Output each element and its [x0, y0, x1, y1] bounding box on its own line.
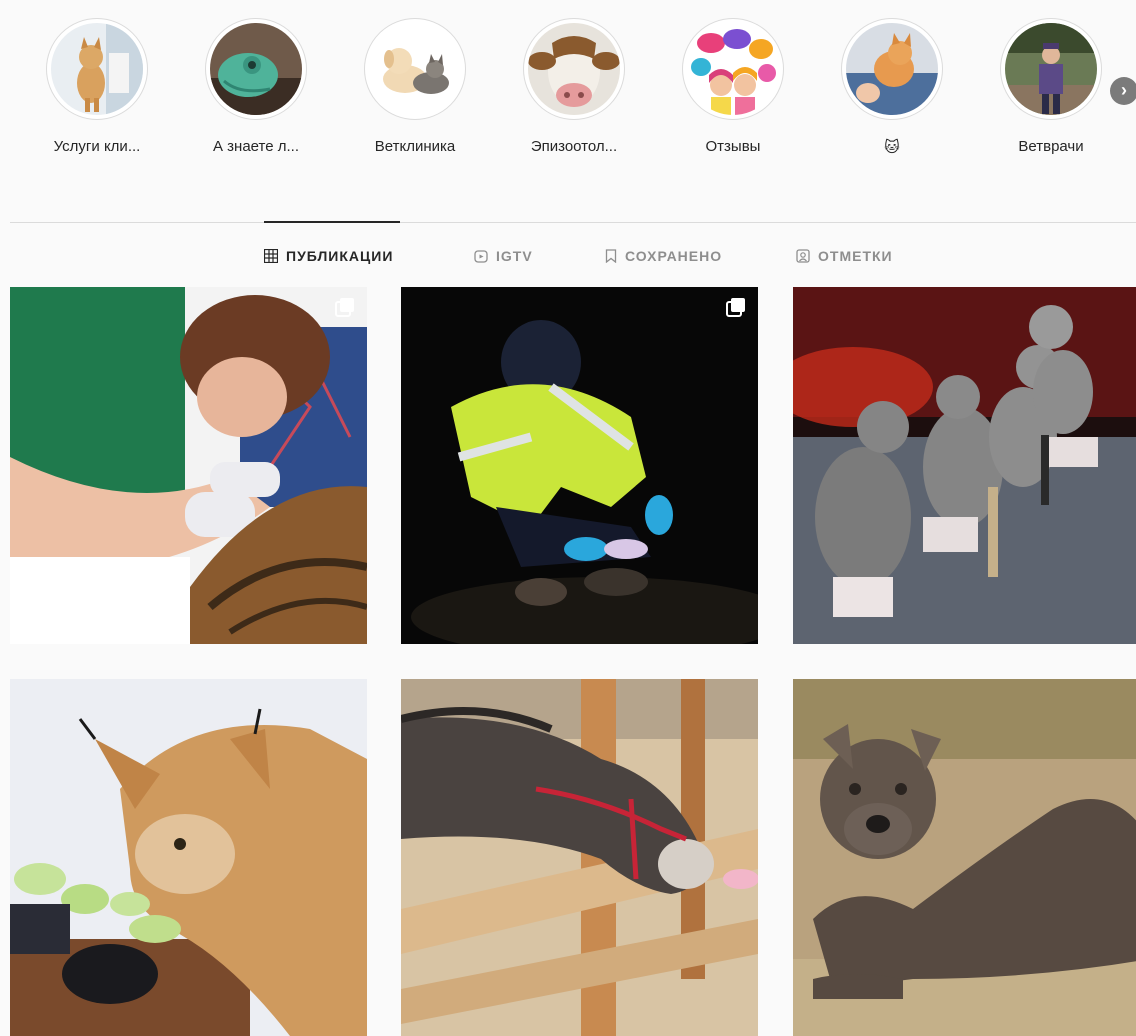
tab-tagged[interactable]: ОТМЕТКИ [796, 244, 893, 268]
vet-with-cat-image [10, 287, 367, 644]
cat-held-image [846, 23, 938, 115]
post-night-worker[interactable] [401, 287, 758, 644]
donkey-at-fence-image [401, 679, 758, 1036]
igtv-icon [474, 250, 488, 263]
story-thumbnail [687, 23, 779, 115]
tab-label: СОХРАНЕНО [625, 248, 723, 264]
profile-tabs: ПУБЛИКАЦИИ IGTV СОХРАНЕНО ОТМЕТКИ [0, 244, 1136, 268]
story-thumbnail [369, 23, 461, 115]
tab-saved[interactable]: СОХРАНЕНО [605, 244, 722, 268]
story-label: 🐱 [884, 139, 900, 156]
post-pitbull[interactable] [793, 679, 1136, 1036]
story-label: А знаете л... [213, 138, 299, 155]
story-thumbnail [1005, 23, 1097, 115]
multiple-photos-icon [335, 298, 354, 317]
story-thumbnail [528, 23, 620, 115]
story-label: Эпизоотол... [530, 138, 618, 155]
story-label: Отзывы [705, 138, 761, 155]
story-ring [364, 18, 466, 120]
cow-image [528, 23, 620, 115]
tab-igtv[interactable]: IGTV [474, 244, 533, 268]
post-lynx[interactable] [10, 679, 367, 1036]
story-highlight-vet-clinic[interactable]: Ветклиника [345, 18, 485, 155]
story-label: Ветврачи [1018, 138, 1084, 155]
post-vet-with-cat[interactable] [10, 287, 367, 644]
story-ring [841, 18, 943, 120]
tab-label: IGTV [496, 248, 533, 264]
dog-vet-image [51, 23, 143, 115]
puppy-kitten-image [369, 23, 461, 115]
story-thumbnail [210, 23, 302, 115]
tag-person-icon [796, 249, 810, 263]
story-highlight-did-you-know[interactable]: А знаете л... [186, 18, 326, 155]
story-ring [205, 18, 307, 120]
story-highlight-reviews[interactable]: Отзывы [663, 18, 803, 155]
night-worker-image [401, 287, 758, 644]
chevron-right-icon[interactable]: › [1110, 77, 1136, 105]
story-label: Услуги кли... [53, 138, 141, 155]
pitbull-lying-image [793, 679, 1136, 1036]
chameleon-image [210, 23, 302, 115]
story-highlights: Услуги кли... А знаете л... Ветклиника Э… [0, 0, 1136, 222]
story-ring [523, 18, 625, 120]
story-highlight-services[interactable]: Услуги кли... [27, 18, 167, 155]
story-highlight-cat[interactable]: 🐱 [822, 18, 962, 156]
circus-elephants-image [793, 287, 1136, 644]
story-highlight-epizootology[interactable]: Эпизоотол... [504, 18, 644, 155]
story-label: Ветклиника [374, 138, 456, 155]
story-highlight-vets[interactable]: Ветврачи [981, 18, 1121, 155]
story-ring [46, 18, 148, 120]
speech-bubbles-image [687, 23, 779, 115]
active-tab-indicator [264, 221, 400, 223]
story-thumbnail [846, 23, 938, 115]
bookmark-icon [605, 249, 617, 263]
post-circus-elephants[interactable] [793, 287, 1136, 644]
multiple-photos-icon [726, 298, 745, 317]
grid-icon [264, 249, 278, 263]
story-thumbnail [51, 23, 143, 115]
lynx-eating-apple-image [10, 679, 367, 1036]
post-donkey[interactable] [401, 679, 758, 1036]
person-outdoors-image [1005, 23, 1097, 115]
tab-label: ПУБЛИКАЦИИ [286, 248, 394, 264]
tab-posts[interactable]: ПУБЛИКАЦИИ [264, 244, 393, 268]
story-ring [1000, 18, 1102, 120]
tabs-divider [10, 222, 1136, 223]
story-ring [682, 18, 784, 120]
tab-label: ОТМЕТКИ [818, 248, 893, 264]
